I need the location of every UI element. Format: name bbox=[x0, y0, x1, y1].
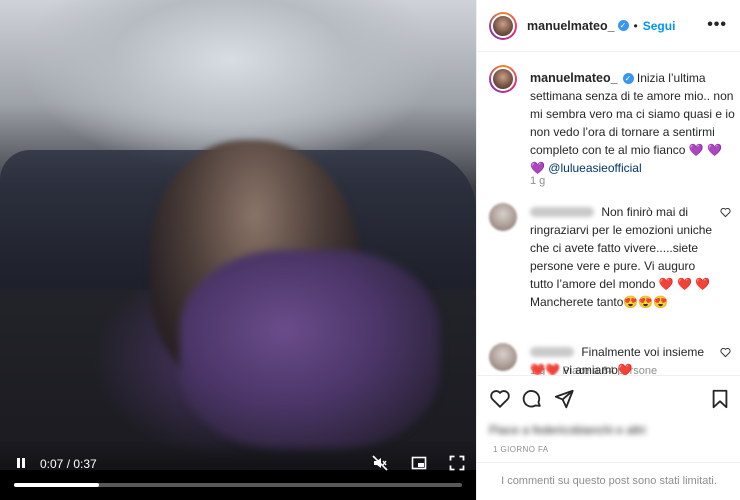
mute-button[interactable] bbox=[372, 455, 388, 471]
commenter-username-redacted[interactable] bbox=[530, 347, 574, 357]
comment-hearts: ❤️ ❤️ ❤️ bbox=[658, 277, 711, 291]
verified-badge-icon: ✓ bbox=[622, 73, 634, 84]
share-paper-plane-icon[interactable] bbox=[553, 388, 575, 410]
caption-username[interactable]: manuelmateo_ bbox=[530, 71, 618, 85]
caption-mention-link[interactable]: @lulueasieofficial bbox=[548, 161, 641, 175]
pause-button[interactable] bbox=[14, 456, 28, 470]
commenter-avatar[interactable] bbox=[489, 203, 517, 231]
post-action-bar bbox=[477, 375, 740, 419]
author-avatar[interactable] bbox=[489, 11, 517, 40]
author-avatar-image bbox=[491, 13, 515, 38]
video-progress-fill bbox=[14, 483, 100, 487]
more-options-icon[interactable]: ••• bbox=[707, 16, 727, 34]
follow-button[interactable]: Segui bbox=[643, 19, 676, 33]
liked-by-text-redacted: Piace a federicobianchi e altri bbox=[489, 423, 646, 437]
commenter-username-redacted[interactable] bbox=[530, 207, 594, 217]
verified-badge-icon: ✓ bbox=[617, 20, 629, 31]
like-comment-heart-icon[interactable] bbox=[720, 347, 731, 358]
like-comment-heart-icon[interactable] bbox=[720, 207, 731, 218]
video-player[interactable]: 0:07 / 0:37 bbox=[0, 0, 476, 500]
picture-in-picture-button[interactable] bbox=[411, 455, 427, 471]
comment-tail: Mancherete tanto bbox=[530, 295, 624, 309]
picture-in-picture-icon bbox=[411, 456, 427, 470]
header-separator: • bbox=[633, 18, 638, 33]
author-username[interactable]: manuelmateo_ bbox=[527, 19, 615, 33]
comment-text: Finalmente voi insieme bbox=[581, 345, 705, 359]
caption-avatar[interactable] bbox=[489, 65, 517, 93]
comment-bubble-icon[interactable] bbox=[521, 388, 543, 410]
post-date: 1 GIORNO FA bbox=[493, 445, 549, 454]
post-side-panel: manuelmateo_ ✓ • Segui ••• manuelmateo_ ✓… bbox=[476, 0, 740, 500]
video-frame bbox=[0, 0, 476, 470]
fullscreen-button[interactable] bbox=[449, 455, 465, 471]
caption-text-block: manuelmateo_ ✓ Inizia l’ultima settimana … bbox=[530, 69, 735, 177]
caption-age: 1 g bbox=[530, 175, 546, 187]
video-progress-bar[interactable] bbox=[14, 483, 462, 487]
like-heart-icon[interactable] bbox=[489, 388, 511, 410]
pause-icon bbox=[17, 458, 25, 468]
video-time: 0:07 / 0:37 bbox=[40, 457, 97, 471]
comment-text-block: Non finirò mai di ringraziarvi per le em… bbox=[530, 203, 718, 311]
video-person-sleeve bbox=[180, 250, 440, 450]
comment-text-block: Finalmente voi insieme ❤️❤️ vi amiamo❤️ bbox=[530, 343, 718, 375]
liked-by-summary[interactable]: Piace a federicobianchi e altri bbox=[489, 421, 689, 437]
speaker-muted-icon bbox=[372, 455, 388, 471]
fullscreen-icon bbox=[449, 455, 465, 471]
header-user-info: manuelmateo_ ✓ • Segui bbox=[527, 19, 675, 33]
caption-avatar-image bbox=[491, 67, 515, 91]
comments-limited-notice: I commenti su questo post sono stati lim… bbox=[477, 462, 740, 500]
commenter-avatar[interactable] bbox=[489, 343, 517, 371]
comment-emojis: 😍😍😍 bbox=[623, 295, 669, 309]
comments-list[interactable]: manuelmateo_ ✓ Inizia l’ultima settimana … bbox=[477, 53, 740, 375]
comment-tail-emoji: ❤️ bbox=[617, 363, 633, 375]
save-bookmark-icon[interactable] bbox=[709, 388, 731, 410]
comment-prefix-emojis: ❤️❤️ bbox=[530, 363, 560, 375]
comment-tail: vi amiamo bbox=[563, 363, 618, 375]
post-header: manuelmateo_ ✓ • Segui ••• bbox=[477, 0, 740, 52]
